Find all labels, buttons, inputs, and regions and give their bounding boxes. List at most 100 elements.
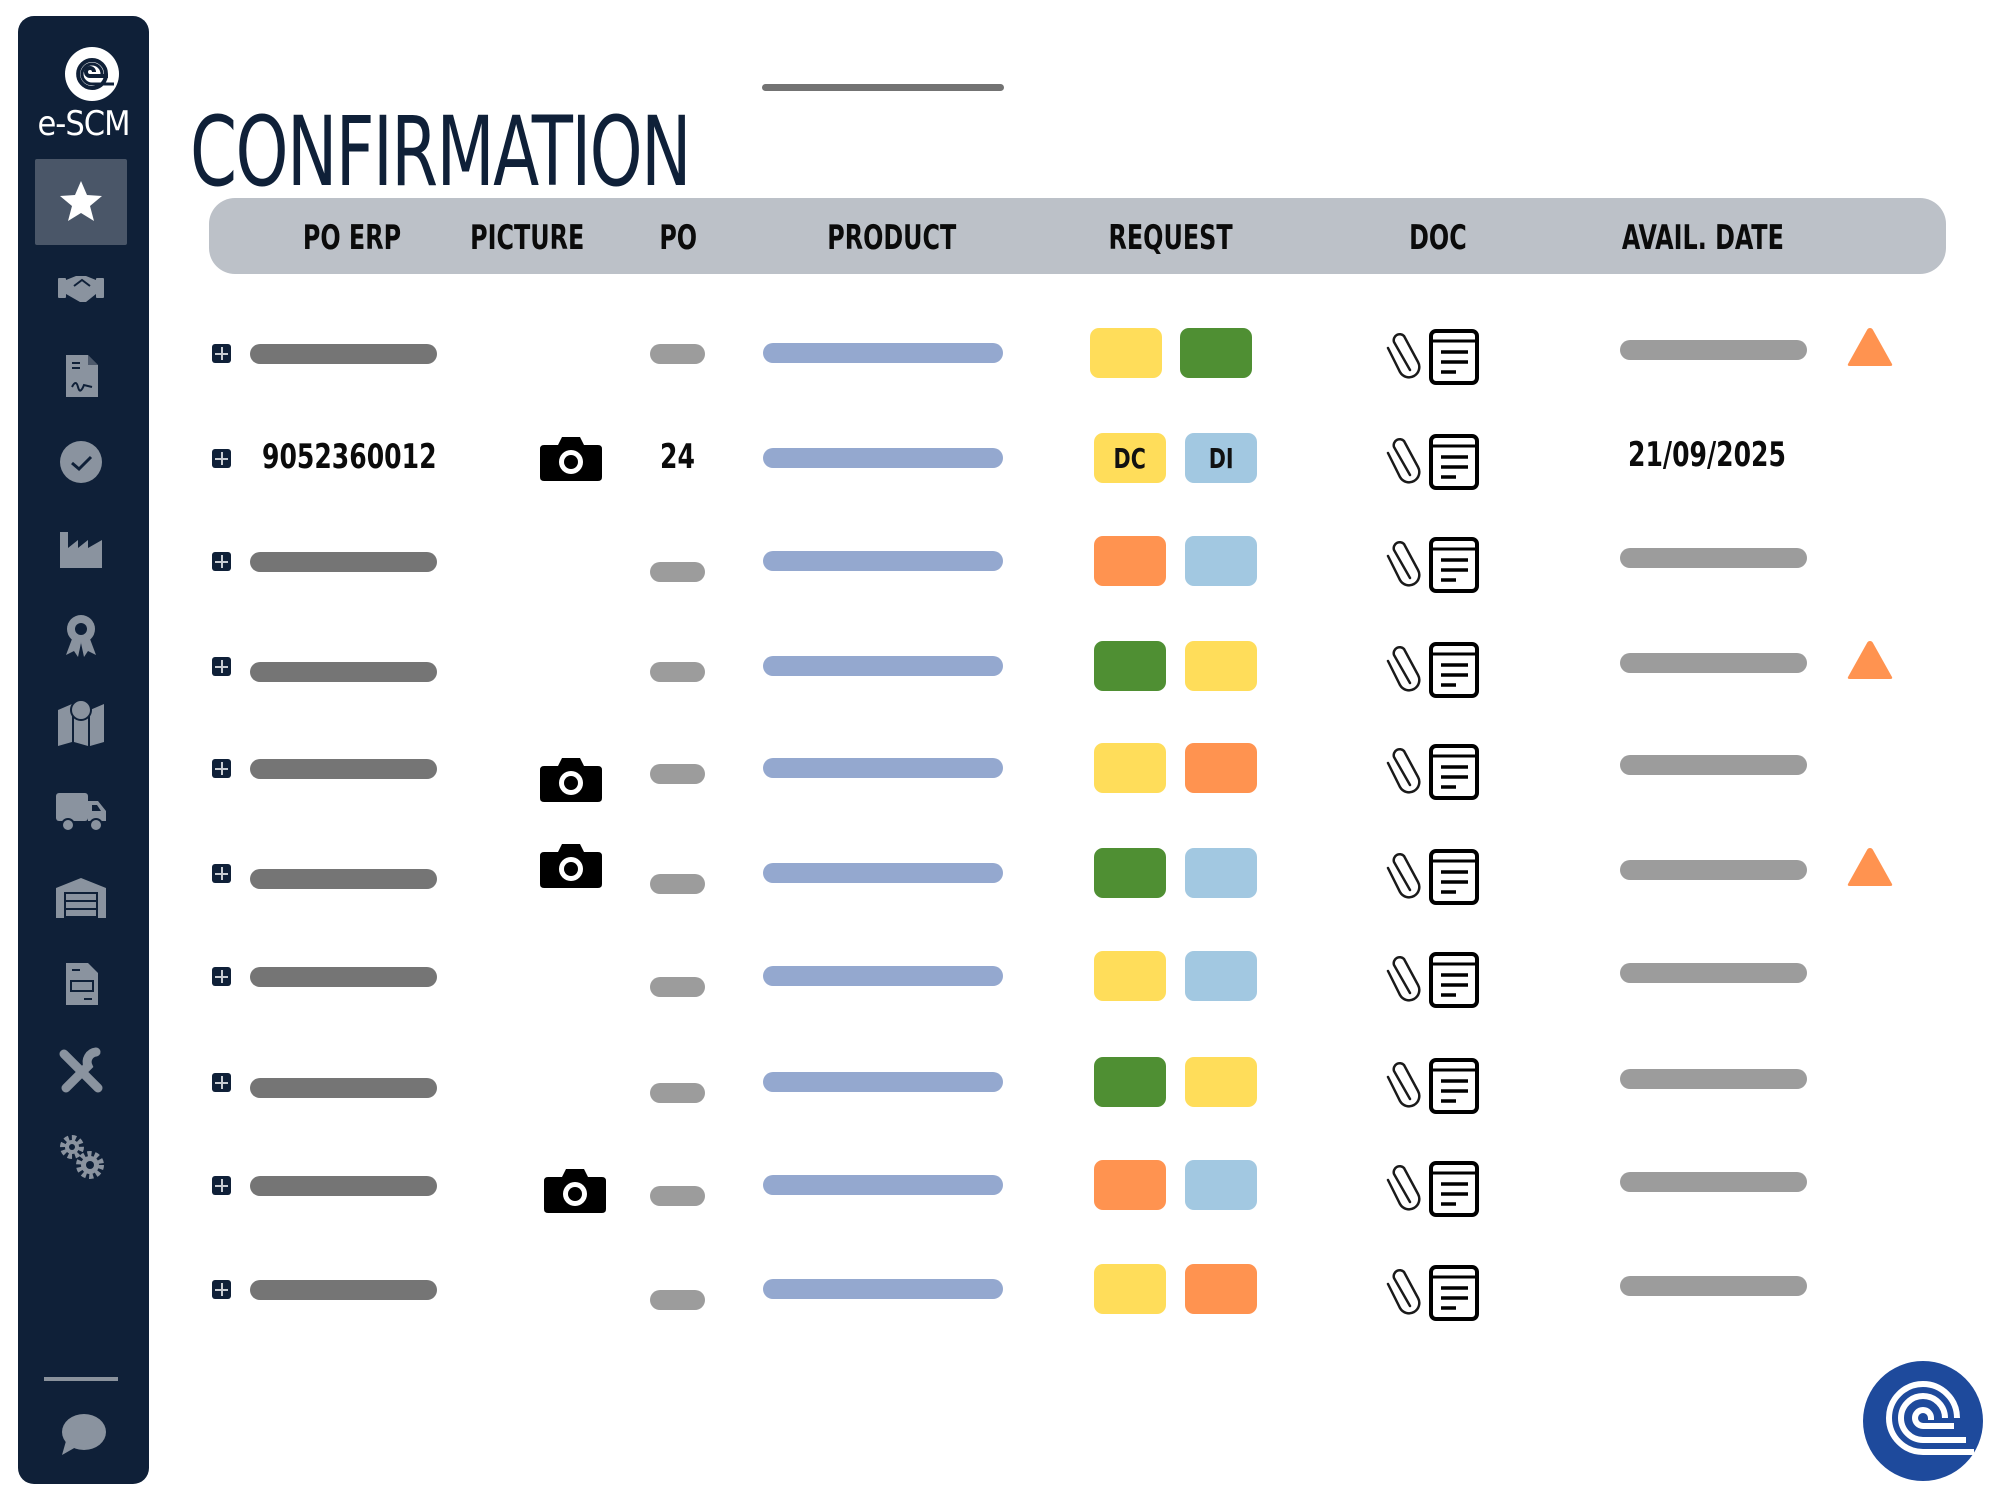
brand-logo[interactable]: e-SCM — [18, 30, 149, 150]
product-placeholder — [763, 1175, 1003, 1195]
po-value: 24 — [660, 437, 695, 477]
title-underline — [762, 84, 1004, 91]
table-row[interactable] — [0, 824, 2000, 924]
paperclip-icon[interactable] — [1382, 1160, 1422, 1216]
document-icon[interactable] — [1428, 951, 1480, 1009]
request-status-chip[interactable] — [1185, 536, 1257, 586]
avail-date-value: 21/09/2025 — [1628, 435, 1786, 475]
table-row[interactable] — [0, 1240, 2000, 1340]
po-erp-value: 9052360012 — [262, 437, 437, 477]
paperclip-icon[interactable] — [1382, 328, 1422, 384]
request-status-chip[interactable] — [1090, 328, 1162, 378]
document-icon[interactable] — [1428, 641, 1480, 699]
table-row[interactable] — [0, 304, 2000, 404]
po-erp-placeholder — [250, 759, 437, 779]
paperclip-icon[interactable] — [1382, 536, 1422, 592]
camera-icon[interactable] — [544, 1167, 606, 1213]
expand-row-button[interactable] — [212, 1176, 231, 1195]
expand-row-button[interactable] — [212, 344, 231, 363]
request-status-chip[interactable] — [1185, 848, 1257, 898]
request-status-chip[interactable] — [1094, 641, 1166, 691]
column-header-request[interactable]: REQUEST — [1109, 220, 1233, 256]
table-row[interactable] — [0, 1033, 2000, 1133]
request-status-chip[interactable] — [1185, 641, 1257, 691]
paperclip-icon[interactable] — [1382, 848, 1422, 904]
document-icon[interactable] — [1428, 743, 1480, 801]
product-placeholder — [763, 966, 1003, 986]
document-icon[interactable] — [1428, 1057, 1480, 1115]
request-status-chip[interactable] — [1180, 328, 1252, 378]
warning-triangle-icon — [1846, 846, 1894, 888]
avail-date-placeholder — [1620, 1276, 1807, 1296]
paperclip-icon[interactable] — [1382, 1057, 1422, 1113]
avail-date-placeholder — [1620, 755, 1807, 775]
star-icon — [60, 181, 102, 221]
po-erp-placeholder — [250, 869, 437, 889]
expand-row-button[interactable] — [212, 759, 231, 778]
request-status-chip[interactable]: DC — [1094, 433, 1166, 483]
table-row[interactable] — [0, 512, 2000, 612]
product-placeholder — [763, 863, 1003, 883]
expand-row-button[interactable] — [212, 864, 231, 883]
request-status-chip[interactable] — [1094, 1264, 1166, 1314]
document-icon[interactable] — [1428, 1160, 1480, 1218]
document-icon[interactable] — [1428, 1264, 1480, 1322]
camera-icon[interactable] — [540, 842, 602, 888]
po-placeholder — [650, 1290, 705, 1310]
paperclip-icon[interactable] — [1382, 1264, 1422, 1320]
column-header-po[interactable]: PO — [659, 220, 697, 256]
expand-row-button[interactable] — [212, 1073, 231, 1092]
request-status-chip[interactable] — [1094, 848, 1166, 898]
warning-triangle-icon — [1846, 639, 1894, 681]
table-row[interactable] — [0, 927, 2000, 1027]
request-status-chip[interactable] — [1094, 536, 1166, 586]
column-header-po-erp[interactable]: PO ERP — [303, 220, 401, 256]
avail-date-placeholder — [1620, 340, 1807, 360]
table-row[interactable] — [0, 617, 2000, 717]
paperclip-icon[interactable] — [1382, 951, 1422, 1007]
document-icon[interactable] — [1428, 848, 1480, 906]
column-header-avail-date[interactable]: AVAIL. DATE — [1622, 220, 1784, 256]
document-icon[interactable] — [1428, 328, 1480, 386]
column-header-product[interactable]: PRODUCT — [827, 220, 956, 256]
request-status-chip[interactable] — [1094, 743, 1166, 793]
request-status-chip[interactable] — [1185, 1160, 1257, 1210]
expand-row-button[interactable] — [212, 657, 231, 676]
po-erp-placeholder — [250, 552, 437, 572]
request-status-chip[interactable] — [1185, 951, 1257, 1001]
camera-icon[interactable] — [540, 756, 602, 802]
avail-date-placeholder — [1620, 548, 1807, 568]
avail-date-placeholder — [1620, 963, 1807, 983]
request-status-chip[interactable] — [1185, 1057, 1257, 1107]
paperclip-icon[interactable] — [1382, 743, 1422, 799]
chat-icon[interactable] — [56, 1411, 108, 1459]
avail-date-placeholder — [1620, 1172, 1807, 1192]
paperclip-icon[interactable] — [1382, 641, 1422, 697]
document-icon[interactable] — [1428, 433, 1480, 491]
expand-row-button[interactable] — [212, 1280, 231, 1299]
column-header-doc[interactable]: DOC — [1409, 220, 1467, 256]
request-status-chip[interactable] — [1185, 1264, 1257, 1314]
camera-icon[interactable] — [540, 435, 602, 481]
column-header-picture[interactable]: PICTURE — [470, 220, 584, 256]
request-status-chip[interactable] — [1185, 743, 1257, 793]
request-status-chip[interactable] — [1094, 1057, 1166, 1107]
po-placeholder — [650, 977, 705, 997]
table-row[interactable] — [0, 1136, 2000, 1236]
request-status-chip[interactable] — [1094, 951, 1166, 1001]
expand-row-button[interactable] — [212, 552, 231, 571]
request-status-chip[interactable] — [1094, 1160, 1166, 1210]
expand-row-button[interactable] — [212, 449, 231, 468]
po-erp-placeholder — [250, 967, 437, 987]
table-row[interactable]: 9052360012 24 DC DI 21/09/2025 — [0, 409, 2000, 509]
sidebar-item-favorites[interactable] — [35, 159, 127, 245]
brand-name: e-SCM — [37, 104, 130, 144]
paperclip-icon[interactable] — [1382, 433, 1422, 489]
table-row[interactable] — [0, 719, 2000, 819]
product-placeholder — [763, 551, 1003, 571]
request-status-chip[interactable]: DI — [1185, 433, 1257, 483]
product-placeholder — [763, 1072, 1003, 1092]
document-icon[interactable] — [1428, 536, 1480, 594]
po-placeholder — [650, 662, 705, 682]
expand-row-button[interactable] — [212, 967, 231, 986]
